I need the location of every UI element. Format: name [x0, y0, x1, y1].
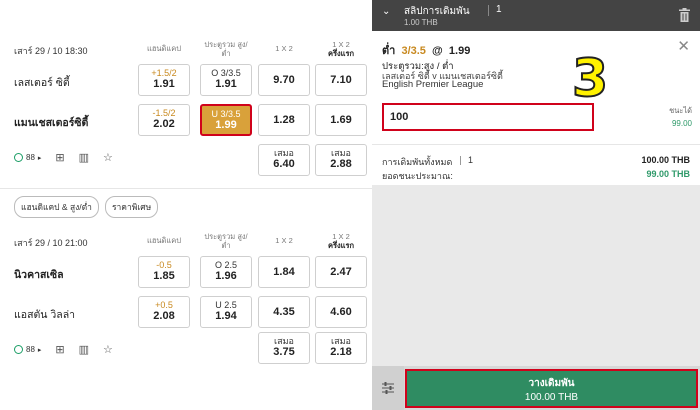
col-header-handicap: แฮนดิแคป — [146, 44, 182, 53]
bet-slip-subtotal: 1.00 THB — [404, 18, 438, 27]
potential-win-label: ชนะได้ — [669, 106, 692, 115]
match-header: เสาร์ 29 / 10 21:00 แฮนดิแคป ประตูรวม สู… — [0, 228, 372, 252]
close-icon[interactable]: ✕ — [677, 39, 690, 54]
markets-panel: เสาร์ 29 / 10 18:30 แฮนดิแคป ประตูรวม สู… — [0, 0, 372, 410]
bet-slip-title: สลิปการเดิมพัน — [404, 6, 470, 17]
chevron-down-icon[interactable]: ⌄ — [382, 6, 390, 17]
draw-odds-cell[interactable]: เสมอ 6.40 — [258, 144, 310, 176]
1x2-half-odds-cell[interactable]: 1.69 — [315, 104, 367, 136]
1x2-odds-cell[interactable]: 9.70 — [258, 64, 310, 96]
header-separator — [488, 5, 489, 16]
bet-slip-header[interactable]: ⌄ สลิปการเดิมพัน 1 1.00 THB — [372, 0, 700, 31]
market-filter-pills: แฮนดิแคป & สูง/ต่ำ ราคาพิเศษ — [14, 196, 159, 218]
1x2-half-odds-cell[interactable]: 4.60 — [315, 296, 367, 328]
col-header-over-under: ประตูรวม สูง/ ต่ำ — [204, 40, 248, 58]
bet-actions-bar: วางเดิมพัน 100.00 THB — [372, 366, 700, 410]
total-stake-value: 100.00 THB — [641, 155, 690, 165]
col-header-1x2: 1 X 2 — [275, 44, 293, 53]
handicap-odds-cell[interactable]: -1.5/2 2.02 — [138, 104, 190, 136]
total-stake-count: 1 — [468, 155, 474, 165]
stats-icon[interactable]: ▥ — [79, 151, 89, 164]
live-icon — [14, 153, 23, 162]
draw-half-odds-cell[interactable]: เสมอ 2.18 — [315, 332, 367, 364]
match-tools: 88 ▸ ⊞ ▥ ☆ — [14, 151, 113, 164]
1x2-odds-cell[interactable]: 4.35 — [258, 296, 310, 328]
estimated-win-value: 99.00 THB — [646, 169, 690, 179]
match-tools: 88 ▸ ⊞ ▥ ☆ — [14, 343, 113, 356]
sliders-icon — [382, 382, 394, 394]
handicap-odds-cell[interactable]: +1.5/2 1.91 — [138, 64, 190, 96]
field-icon[interactable]: ⊞ — [55, 343, 64, 356]
favorite-star-icon[interactable]: ☆ — [103, 343, 113, 356]
place-bet-button[interactable]: วางเดิมพัน 100.00 THB — [405, 369, 698, 408]
summary-separator — [460, 156, 461, 165]
live-stream-button[interactable]: 88 ▸ — [14, 153, 41, 162]
handicap-odds-cell[interactable]: +0.5 2.08 — [138, 296, 190, 328]
over-under-odds-cell[interactable]: O 2.5 1.96 — [200, 256, 252, 288]
col-header-handicap: แฮนดิแคป — [146, 236, 182, 245]
total-stake-label: การเดิมพันทั้งหมด — [382, 157, 453, 167]
handicap-odds-cell[interactable]: -0.5 1.85 — [138, 256, 190, 288]
team-name: นิวคาสเซิล — [14, 269, 64, 281]
live-stream-button[interactable]: 88 ▸ — [14, 345, 41, 354]
league-name: English Premier League — [382, 79, 484, 90]
chevron-right-icon: ▸ — [37, 154, 42, 162]
1x2-odds-cell[interactable]: 1.84 — [258, 256, 310, 288]
potential-win-value: 99.00 — [671, 119, 692, 128]
match-date: เสาร์ 29 / 10 18:30 — [14, 46, 88, 56]
bet-slip-panel: ⌄ สลิปการเดิมพัน 1 1.00 THB ต่ำ 3/3.5 @ … — [372, 0, 700, 410]
match-date: เสาร์ 29 / 10 21:00 — [14, 238, 88, 248]
over-under-odds-cell[interactable]: O 3/3.5 1.91 — [200, 64, 252, 96]
divider — [0, 188, 372, 189]
draw-odds-cell[interactable]: เสมอ 3.75 — [258, 332, 310, 364]
team-name: เลสเตอร์ ซิตี้ — [14, 77, 70, 89]
draw-half-odds-cell[interactable]: เสมอ 2.88 — [315, 144, 367, 176]
stake-input[interactable] — [382, 103, 594, 131]
selection-line: ต่ำ 3/3.5 @ 1.99 — [382, 45, 471, 57]
favorite-star-icon[interactable]: ☆ — [103, 151, 113, 164]
1x2-odds-cell[interactable]: 1.28 — [258, 104, 310, 136]
pill-special-odds[interactable]: ราคาพิเศษ — [104, 196, 159, 218]
place-bet-label: วางเดิมพัน — [528, 378, 575, 389]
1x2-half-odds-cell[interactable]: 7.10 — [315, 64, 367, 96]
settings-button[interactable] — [372, 366, 404, 410]
field-icon[interactable]: ⊞ — [55, 151, 64, 164]
stats-icon[interactable]: ▥ — [79, 343, 89, 356]
bet-slip-count: 1 — [496, 4, 502, 15]
match-header: เสาร์ 29 / 10 18:30 แฮนดิแคป ประตูรวม สู… — [0, 36, 372, 60]
team-name: แอสตัน วิลล่า — [14, 309, 76, 321]
over-under-odds-cell-selected[interactable]: U 3/3.5 1.99 — [200, 104, 252, 136]
col-header-1x2-first-half: 1 X 2 ครึ่งแรก — [327, 232, 355, 250]
trash-icon[interactable] — [679, 8, 690, 22]
1x2-half-odds-cell[interactable]: 2.47 — [315, 256, 367, 288]
pill-handicap-over-under[interactable]: แฮนดิแคป & สูง/ต่ำ — [14, 196, 99, 218]
team-name: แมนเชสเตอร์ซิตี้ — [14, 117, 89, 129]
bet-summary: การเดิมพันทั้งหมด 1 100.00 THB ยอดชนะประ… — [372, 144, 700, 184]
col-header-over-under: ประตูรวม สูง/ ต่ำ — [204, 232, 248, 250]
place-bet-amount: 100.00 THB — [524, 392, 579, 403]
col-header-1x2: 1 X 2 — [275, 236, 293, 245]
over-under-odds-cell[interactable]: U 2.5 1.94 — [200, 296, 252, 328]
step-annotation-number: 3 — [571, 49, 609, 109]
col-header-1x2-first-half: 1 X 2 ครึ่งแรก — [327, 40, 355, 58]
chevron-right-icon: ▸ — [37, 346, 42, 354]
live-icon — [14, 345, 23, 354]
estimated-win-label: ยอดชนะประมาณ: — [382, 171, 453, 181]
